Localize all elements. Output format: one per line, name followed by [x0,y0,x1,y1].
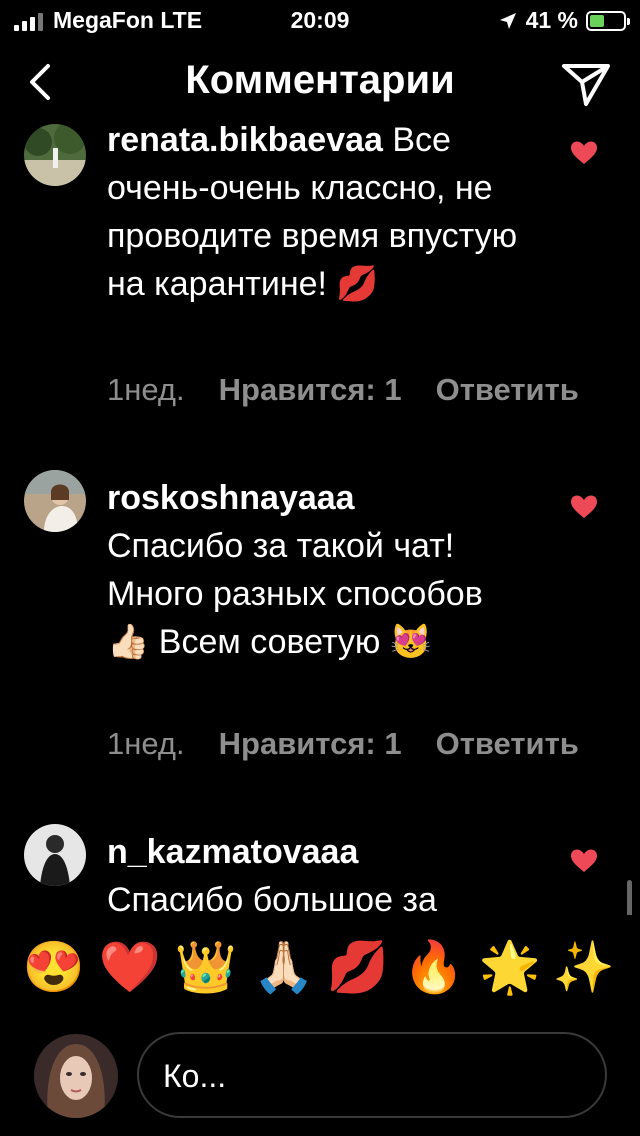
send-direct-icon[interactable] [560,58,612,110]
avatar[interactable] [24,470,86,532]
avatar[interactable] [24,124,86,186]
comment-meta: 1нед. Нравится: 1 Ответить [107,726,613,762]
comment-input-row: Ко... [0,1030,640,1125]
comment-meta: 1нед. Нравится: 1 Ответить [107,372,613,408]
emoji-quick-bar: 😍 ❤️ 👑 🙏🏻 💋 🔥 🌟 ✨ [0,935,640,1005]
comments-list[interactable]: renata.bikbaevaa Все очень-очень классно… [0,110,640,915]
comment-time: 1нед. [107,726,185,761]
reply-button[interactable]: Ответить [436,726,579,761]
comment-username[interactable]: renata.bikbaevaa [107,121,383,159]
battery-icon [586,10,630,31]
reply-button[interactable]: Ответить [436,372,579,407]
battery-percent: 41 % [525,7,578,33]
heart-icon[interactable] [570,494,598,520]
comment-text: Спасибо большое за [107,881,437,915]
comment-likes[interactable]: Нравится: 1 [219,726,402,761]
emoji-sparkles[interactable]: ✨ [552,935,616,999]
my-avatar [34,1034,118,1118]
page-title: Комментарии [185,58,455,102]
comment-username[interactable]: roskoshnayaaa [107,479,355,517]
emoji-kiss-mark[interactable]: 💋 [326,935,390,999]
status-right: 41 % [498,7,630,34]
location-arrow-icon [499,12,516,29]
comment-username[interactable]: n_kazmatovaaa [107,833,358,871]
emoji-crown[interactable]: 👑 [174,935,238,999]
status-bar: MegaFon LTE 20:09 41 % [0,0,640,40]
comment-body: roskoshnayaaa Спасибо за такой чат! Много… [107,474,527,666]
scrollbar[interactable] [627,880,632,915]
avatar[interactable] [24,824,86,886]
emoji-folded-hands[interactable]: 🙏🏻 [252,935,316,999]
comment-likes[interactable]: Нравится: 1 [219,372,402,407]
heart-icon[interactable] [570,140,598,166]
comment-body: n_kazmatovaaa Спасибо большое за [107,828,527,915]
comment-body: renata.bikbaevaa Все очень-очень классно… [107,116,527,308]
emoji-glowing-star[interactable]: 🌟 [478,935,542,999]
emoji-red-heart[interactable]: ❤️ [98,935,162,999]
comment-text: Спасибо за такой чат! Много разных спосо… [107,527,483,661]
emoji-fire[interactable]: 🔥 [402,935,466,999]
emoji-heart-eyes[interactable]: 😍 [22,935,86,999]
heart-icon[interactable] [570,848,598,874]
comment-input[interactable]: Ко... [137,1032,607,1118]
comment-time: 1нед. [107,372,185,407]
